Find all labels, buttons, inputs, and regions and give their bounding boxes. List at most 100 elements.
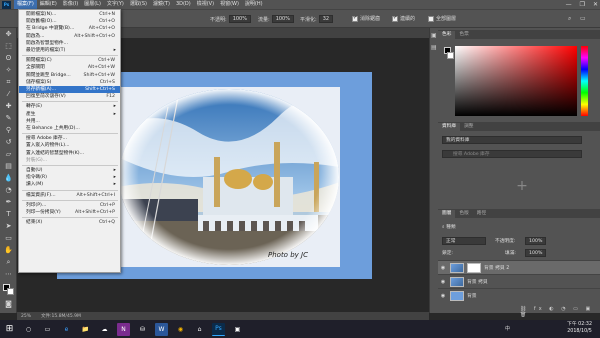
file-menu-item[interactable]: 全部關閉 Alt+Ctrl+W	[19, 64, 120, 71]
menu-file[interactable]: 檔案(F)	[14, 0, 37, 9]
stamp-tool-icon[interactable]: ⚲	[4, 126, 13, 135]
library-search-input[interactable]: 搜尋 Adobe 庫存	[442, 150, 582, 158]
zoom-tool-icon[interactable]: ⌕	[4, 258, 13, 267]
color-picker-field[interactable]	[455, 46, 577, 116]
menu-view[interactable]: 檢視(V)	[194, 0, 217, 9]
file-menu-item[interactable]: 轉存(E) ▸	[19, 103, 120, 110]
eye-icon[interactable]: ◉	[438, 265, 448, 271]
menu-select[interactable]: 選取(S)	[127, 0, 150, 9]
tab-color[interactable]: 色彩	[438, 31, 456, 39]
layer-actions-icons[interactable]: ⛓ fx ◐ ◔ ▭ ▣ 🗑	[520, 306, 600, 318]
onenote-icon[interactable]: N	[117, 322, 130, 336]
file-menu-item[interactable]: 讀入(M) ▸	[19, 181, 120, 188]
eraser-tool-icon[interactable]: ▱	[4, 150, 13, 159]
file-menu-item[interactable]: 在 Bridge 中瀏覽(B)... Alt+Ctrl+O	[19, 25, 120, 32]
layer-mask-thumbnail[interactable]	[467, 262, 481, 273]
layer-kind-filter[interactable]: ⌕ 種類	[442, 224, 456, 230]
quick-mask-icon[interactable]: ◙	[4, 300, 13, 309]
file-menu-item[interactable]: 共用...	[19, 118, 120, 125]
marquee-tool-icon[interactable]: ⬚	[4, 42, 13, 51]
zoom-level[interactable]: 25%	[21, 314, 31, 319]
lasso-tool-icon[interactable]: ʘ	[4, 54, 13, 63]
menu-image[interactable]: 影像(I)	[60, 0, 81, 9]
layer-row-background-copy-2[interactable]: ◉ 背景 拷貝 2	[438, 260, 600, 274]
file-menu-item[interactable]: 置入嵌入的物件(L)...	[19, 142, 120, 149]
antialias-checkbox[interactable]	[352, 15, 358, 22]
shape-tool-icon[interactable]: ▭	[4, 234, 13, 243]
all-layers-checkbox[interactable]	[428, 15, 434, 22]
file-menu-item[interactable]: 關閉並跳至 Bridge... Shift+Ctrl+W	[19, 72, 120, 79]
taskbar-clock[interactable]: 下午 02:32 2018/10/5	[567, 321, 592, 335]
file-menu-item[interactable]: 關閉檔案(C) Ctrl+W	[19, 57, 120, 64]
type-tool-icon[interactable]: T	[4, 210, 13, 219]
menu-3d[interactable]: 3D(D)	[173, 0, 194, 9]
menu-window[interactable]: 視窗(W)	[217, 0, 242, 9]
store-icon[interactable]: ⛁	[136, 323, 149, 336]
path-select-tool-icon[interactable]: ➤	[4, 222, 13, 231]
layer-row-background-copy[interactable]: ◉ 背景 拷貝	[438, 274, 600, 288]
antialias-option[interactable]: 消除鋸齒	[352, 15, 380, 22]
healing-tool-icon[interactable]: ✚	[4, 102, 13, 111]
dodge-tool-icon[interactable]: ◔	[4, 186, 13, 195]
hand-tool-icon[interactable]: ✋	[4, 246, 13, 255]
file-menu-item[interactable]: 儲存檔案(S) Ctrl+S	[19, 79, 120, 86]
opacity-field[interactable]: 100%	[228, 15, 251, 23]
onedrive-icon[interactable]: ☁	[98, 323, 111, 336]
more-tools-icon[interactable]: ⋯	[4, 270, 13, 279]
file-menu-item[interactable]: 列印一份拷貝(Y) Alt+Shift+Ctrl+P	[19, 209, 120, 216]
app-icon[interactable]: ▣	[231, 323, 244, 336]
file-menu-item[interactable]: 開啟為智慧型物件...	[19, 40, 120, 47]
contiguous-option[interactable]: 連續的	[392, 15, 415, 22]
file-menu-item[interactable]: 指令碼(R) ▸	[19, 174, 120, 181]
menu-help[interactable]: 說明(H)	[242, 0, 266, 9]
properties-panel-icon[interactable]: ▤	[431, 44, 437, 51]
tab-layers[interactable]: 圖層	[438, 210, 456, 218]
start-button[interactable]: ⊞	[3, 323, 16, 336]
magic-wand-tool-icon[interactable]: ✧	[4, 66, 13, 75]
workspace-icon[interactable]: ▭	[580, 15, 586, 22]
crop-tool-icon[interactable]: ⌗	[4, 78, 13, 87]
search-icon[interactable]: ⌕	[568, 15, 571, 23]
file-menu-item[interactable]: 搜尋 Adobe 庫存...	[19, 135, 120, 142]
file-menu-item[interactable]: 最近使用的檔案(T) ▸	[19, 47, 120, 54]
file-menu-item[interactable]: 開啟舊檔(O)... Ctrl+O	[19, 18, 120, 25]
eye-icon[interactable]: ◉	[438, 279, 448, 285]
all-layers-option[interactable]: 全部圖層	[428, 15, 456, 22]
eye-icon[interactable]: ◉	[438, 293, 448, 299]
tab-adjustments[interactable]: 調整	[460, 123, 477, 131]
file-menu-item[interactable]: 檔案資訊(F)... Alt+Shift+Ctrl+I	[19, 192, 120, 199]
restore-icon[interactable]: ❐	[580, 1, 585, 8]
task-view-icon[interactable]: ▭	[41, 323, 54, 336]
menu-edit[interactable]: 編輯(E)	[37, 0, 60, 9]
chrome-icon[interactable]: ◉	[174, 323, 187, 336]
brush-tool-icon[interactable]: ✎	[4, 114, 13, 123]
blend-mode-select[interactable]: 正常	[442, 237, 486, 245]
tab-channels[interactable]: 色版	[455, 210, 472, 218]
fill-field[interactable]: 100%	[525, 249, 547, 257]
gradient-tool-icon[interactable]: ▤	[4, 162, 13, 171]
file-explorer-icon[interactable]: 📁	[79, 323, 92, 336]
flow-field[interactable]: 100%	[271, 15, 294, 23]
history-panel-icon[interactable]: ▣	[431, 32, 437, 39]
file-menu-item[interactable]: 在 Behance 上共用(D)...	[19, 125, 120, 132]
tab-paths[interactable]: 路徑	[473, 210, 490, 218]
menu-filter[interactable]: 濾鏡(T)	[150, 0, 173, 9]
file-menu-item[interactable]: 置入連結的智慧型物件(K)...	[19, 150, 120, 157]
home-icon[interactable]: ⌂	[193, 323, 206, 336]
blur-tool-icon[interactable]: 💧	[4, 174, 13, 183]
file-menu-item[interactable]: 產生 ▸	[19, 111, 120, 118]
input-language[interactable]: 中	[505, 325, 510, 332]
file-menu-item[interactable]: 另存新檔(A)... Shift+Ctrl+S	[19, 86, 120, 94]
smoothing-field[interactable]: 32	[318, 15, 334, 23]
file-menu-item[interactable]: 自動(U) ▸	[19, 167, 120, 174]
layer-row-background[interactable]: ◉ 背景	[438, 288, 600, 302]
menu-type[interactable]: 文字(Y)	[104, 0, 127, 9]
word-icon[interactable]: W	[155, 322, 168, 336]
file-menu-item[interactable]: 結束(X) Ctrl+Q	[19, 219, 120, 226]
panel-background-chip[interactable]	[447, 52, 454, 59]
pen-tool-icon[interactable]: ✒	[4, 198, 13, 207]
contiguous-checkbox[interactable]	[392, 15, 398, 22]
eyedropper-tool-icon[interactable]: ⁄	[4, 90, 13, 99]
file-menu-item[interactable]: 列印(P)... Ctrl+P	[19, 202, 120, 209]
tab-swatches[interactable]: 色票	[455, 31, 472, 39]
